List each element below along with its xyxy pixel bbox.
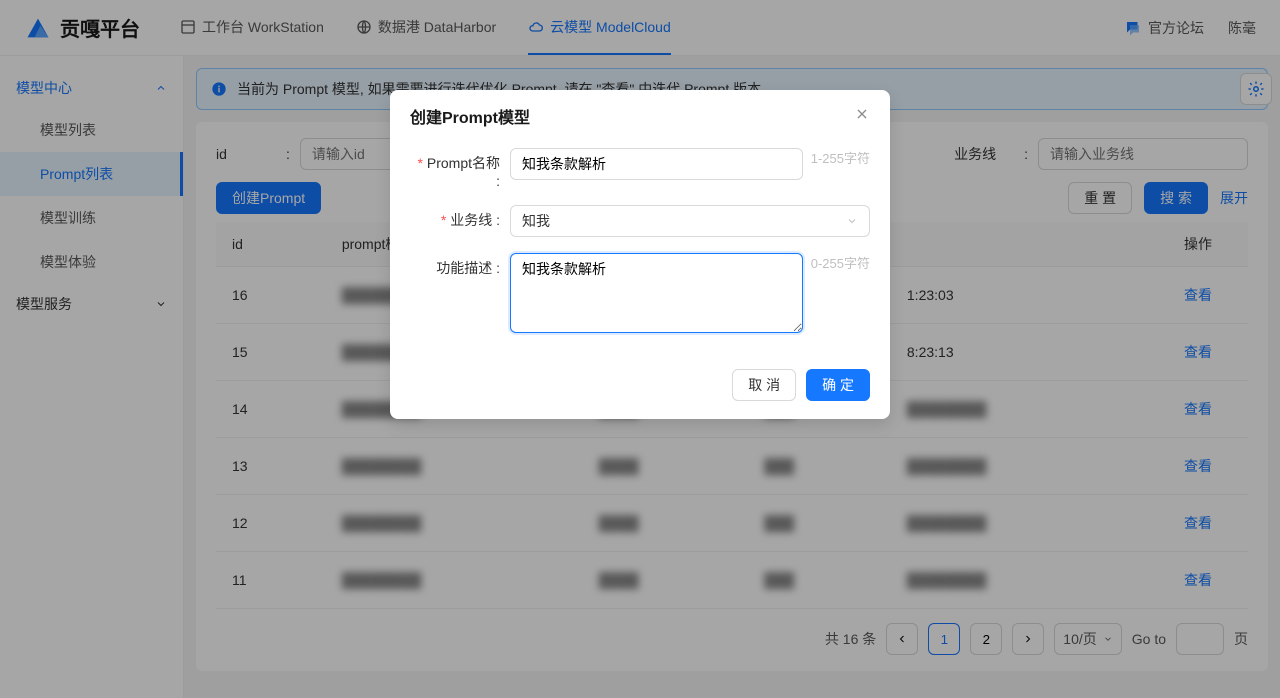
modal-header: 创建Prompt模型 xyxy=(390,90,890,142)
form-label-biz: 业务线 : xyxy=(410,205,510,230)
prompt-name-input[interactable] xyxy=(510,148,803,180)
create-prompt-modal: 创建Prompt模型 Prompt名称 : 1-255字符 业务线 : 知我 xyxy=(390,90,890,419)
form-label-name: Prompt名称 : xyxy=(410,148,510,189)
chevron-down-icon xyxy=(846,215,858,227)
name-hint: 1-255字符 xyxy=(811,148,870,167)
form-row-biz: 业务线 : 知我 xyxy=(410,205,870,237)
biz-select[interactable]: 知我 xyxy=(510,205,870,237)
close-icon xyxy=(854,106,870,122)
biz-select-value: 知我 xyxy=(522,211,550,231)
desc-hint: 0-255字符 xyxy=(811,253,870,272)
modal-body: Prompt名称 : 1-255字符 业务线 : 知我 功能描述 : xyxy=(390,142,890,359)
form-row-desc: 功能描述 : 0-255字符 xyxy=(410,253,870,333)
ok-button[interactable]: 确 定 xyxy=(806,369,870,401)
modal-footer: 取 消 确 定 xyxy=(390,359,890,419)
modal-title: 创建Prompt模型 xyxy=(410,104,530,128)
modal-mask[interactable]: 创建Prompt模型 Prompt名称 : 1-255字符 业务线 : 知我 xyxy=(0,0,1280,698)
form-row-name: Prompt名称 : 1-255字符 xyxy=(410,148,870,189)
desc-textarea[interactable] xyxy=(510,253,803,333)
form-label-desc: 功能描述 : xyxy=(410,253,510,278)
modal-close-button[interactable] xyxy=(854,106,870,126)
cancel-button[interactable]: 取 消 xyxy=(732,369,796,401)
